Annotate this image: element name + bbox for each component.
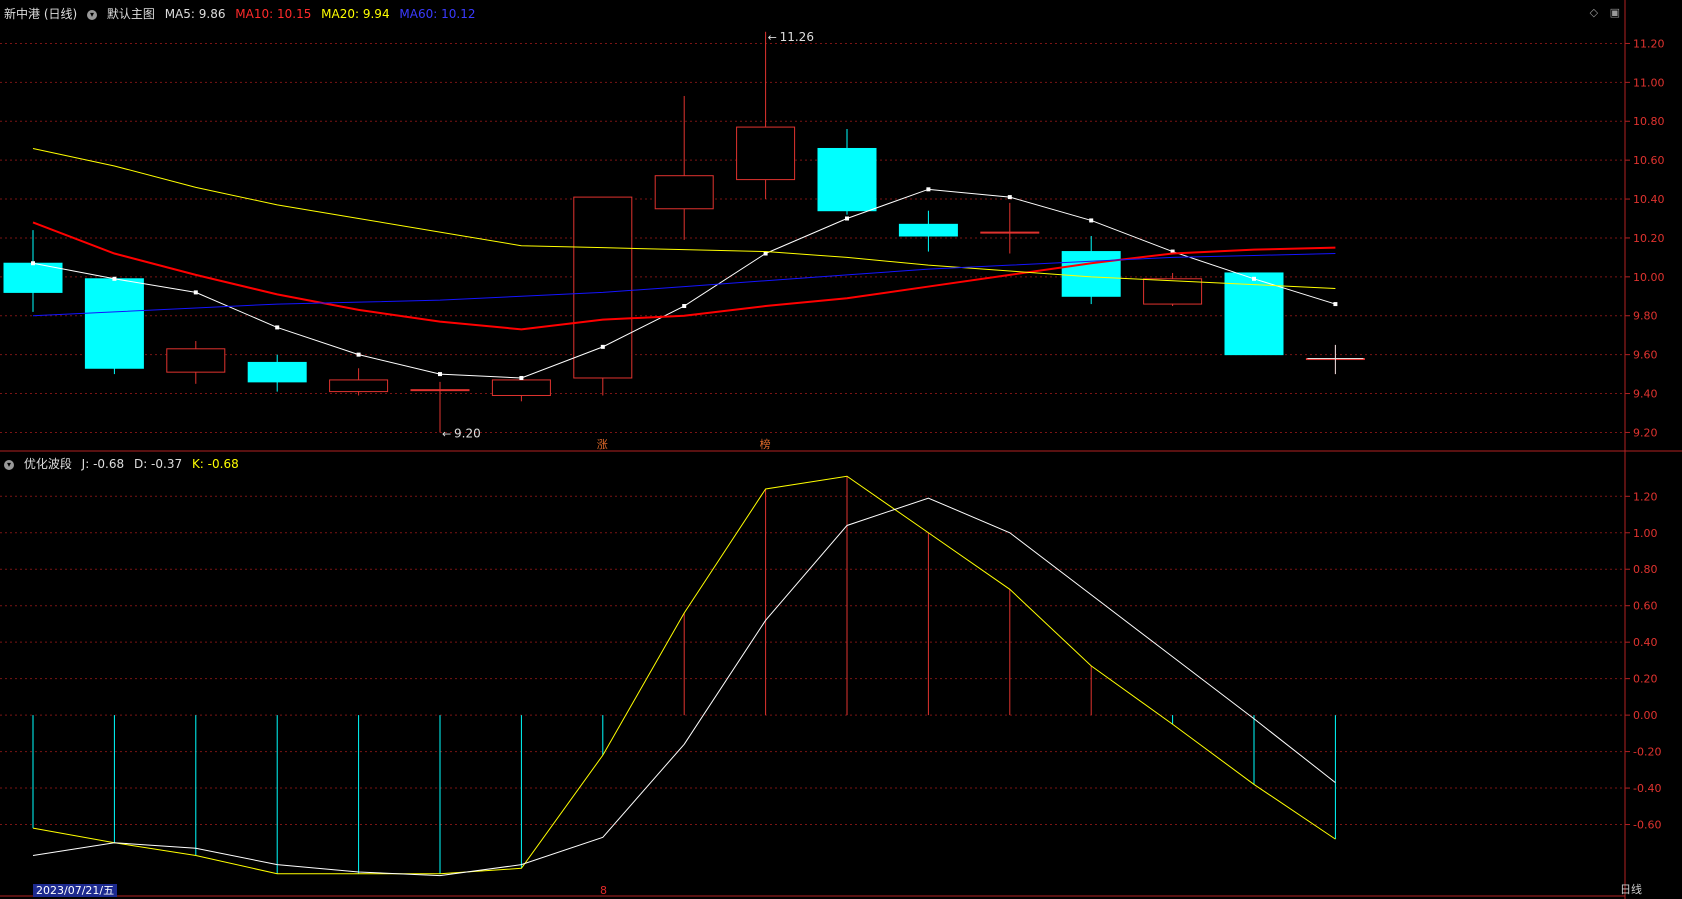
period-label[interactable]: 日线 <box>1620 881 1642 897</box>
candle-body-up <box>654 175 714 210</box>
main-tick-label: 10.00 <box>1633 271 1665 284</box>
sub-tick-label: -0.60 <box>1633 819 1661 832</box>
ma5-label: MA5: 9.86 <box>164 7 226 21</box>
ma5-point <box>845 216 849 221</box>
candle-body-up <box>491 379 551 396</box>
sub-tick-label: 0.40 <box>1633 636 1658 649</box>
chart-options-icon[interactable]: ▾ <box>87 9 98 20</box>
candle-body-down <box>1061 251 1121 297</box>
sub-tick-label: 0.60 <box>1633 600 1658 613</box>
main-tick-label: 10.80 <box>1633 115 1665 128</box>
sub-tick-label: 0.80 <box>1633 563 1658 576</box>
main-tick-label: 10.20 <box>1633 232 1665 245</box>
diamond-icon[interactable]: ◇ <box>1590 6 1598 19</box>
ma5-point <box>600 344 605 349</box>
candle-body-down <box>817 147 877 212</box>
ma5-point <box>926 187 931 192</box>
candle-body-up <box>1143 278 1203 305</box>
ma5-point <box>438 372 442 377</box>
stock-title: 新中港 (日线) <box>4 7 78 21</box>
indicator-name[interactable]: 优化波段 <box>24 457 72 471</box>
candle-body-up <box>980 231 1040 234</box>
ma5-point <box>1089 218 1094 223</box>
main-tick-label: 11.00 <box>1633 76 1665 89</box>
footer-marker: 8 <box>600 884 607 897</box>
candle-body-down <box>898 223 958 237</box>
extreme-label: 11.26 <box>780 30 814 44</box>
main-tick-label: 9.20 <box>1633 426 1658 439</box>
window-controls: ◇ ▣ <box>1582 6 1620 19</box>
indicator-options-icon[interactable]: ▾ <box>4 459 14 470</box>
ma60-label: MA60: 10.12 <box>399 7 476 21</box>
indicator-header: ▾ 优化波段 J: -0.68 D: -0.37 K: -0.68 <box>4 455 245 472</box>
maximize-icon[interactable]: ▣ <box>1610 6 1620 19</box>
main-tick-label: 10.40 <box>1633 193 1665 206</box>
ma5-point <box>112 276 117 281</box>
sub-tick-label: -0.20 <box>1633 746 1661 759</box>
sub-tick-label: 1.00 <box>1633 527 1658 540</box>
sub-tick-label: 0.00 <box>1633 709 1658 722</box>
extreme-arrow: ← <box>768 31 777 44</box>
sub-tick-label: 0.20 <box>1633 673 1658 686</box>
main-chart-header: 新中港 (日线) ▾ 默认主图 MA5: 9.86 MA10: 10.15 MA… <box>4 5 481 22</box>
candle-body-down <box>247 361 307 383</box>
extreme-arrow: ← <box>442 427 451 440</box>
ma5-point <box>193 290 198 295</box>
indicator-j-label: J: -0.68 <box>81 457 125 471</box>
main-chart-label[interactable]: 默认主图 <box>107 7 155 21</box>
candle-body-up <box>329 379 389 393</box>
main-tick-label: 11.20 <box>1633 37 1665 50</box>
signal-marker: 涨 <box>597 438 608 451</box>
ma20-label: MA20: 9.94 <box>321 7 390 21</box>
ma10-label: MA10: 10.15 <box>235 7 312 21</box>
candle-body-up <box>736 126 796 181</box>
extreme-label: 9.20 <box>454 426 481 440</box>
cursor-date: 2023/07/21/五 <box>33 884 118 897</box>
main-tick-label: 9.60 <box>1633 349 1658 362</box>
ma5-point <box>1252 276 1256 281</box>
ma5-point <box>682 304 687 309</box>
indicator-k-label: K: -0.68 <box>191 457 239 471</box>
ma5-point <box>356 352 361 357</box>
ma5-point <box>1007 195 1012 200</box>
ma5-point <box>31 261 35 266</box>
main-tick-label: 9.40 <box>1633 388 1658 401</box>
ma5-point <box>275 325 280 330</box>
candle-body-up <box>166 348 226 373</box>
ma5-point <box>519 375 524 380</box>
sub-tick-label: -0.40 <box>1633 782 1661 795</box>
sub-tick-label: 1.20 <box>1633 490 1658 503</box>
main-tick-label: 9.80 <box>1633 310 1658 323</box>
ma5-point <box>1333 302 1338 307</box>
indicator-d-label: D: -0.37 <box>133 457 183 471</box>
candle-body-up <box>573 196 633 379</box>
chart-stage: 11.20 11.00 10.80 10.60 10.40 10.20 10.00 9.80 9… <box>0 0 1682 899</box>
candle-body-up <box>410 389 470 392</box>
candle-body-down <box>84 278 144 369</box>
main-tick-label: 10.60 <box>1633 154 1665 167</box>
signal-marker: 榜 <box>760 437 771 451</box>
